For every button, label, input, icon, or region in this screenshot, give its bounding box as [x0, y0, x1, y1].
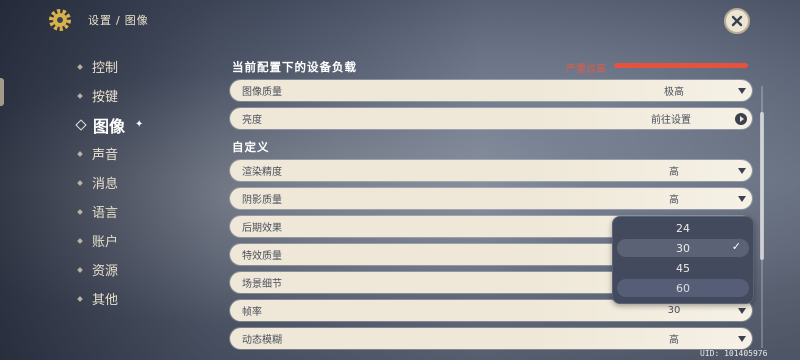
nav-item-messages[interactable]: 消息	[77, 168, 198, 197]
nav-item-language[interactable]: 语言	[77, 197, 198, 226]
frame-rate-dropdown: 24 30 ✓ 45 60	[612, 216, 754, 304]
nav-item-label: 语言	[92, 206, 119, 221]
dropdown-option-45[interactable]: 45	[617, 259, 749, 277]
option-label: 24	[676, 221, 690, 235]
device-load-bar	[614, 63, 748, 68]
settings-nav: 控制 按键 图像 ✦ 声音 消息 语言 账户 资源 其他	[75, 52, 198, 313]
row-value: 高	[669, 195, 679, 206]
bullet-icon	[77, 237, 83, 244]
nav-item-label: 图像	[93, 116, 126, 136]
nav-item-resources[interactable]: 资源	[77, 255, 198, 284]
option-label: 45	[676, 261, 690, 275]
row-label: 亮度	[242, 115, 262, 126]
breadcrumb-item-settings[interactable]: 设置	[88, 12, 112, 28]
gear-icon	[49, 9, 71, 31]
device-load-status: 严重过高	[566, 64, 606, 75]
nav-item-label: 其他	[92, 293, 119, 308]
checkmark-icon: ✓	[731, 240, 741, 253]
row-label: 阴影质量	[242, 195, 282, 206]
close-icon	[731, 15, 743, 27]
row-label: 场景细节	[242, 279, 282, 290]
brightness-row[interactable]: 亮度 前往设置	[230, 108, 752, 129]
row-label: 特效质量	[242, 251, 282, 262]
bullet-icon	[77, 208, 83, 215]
render-resolution-row[interactable]: 渲染精度 高	[230, 160, 752, 181]
bullet-icon	[77, 295, 83, 302]
chevron-down-icon	[738, 195, 746, 202]
bullet-icon	[77, 266, 83, 273]
graphics-quality-row[interactable]: 图像质量 极高	[230, 80, 752, 101]
nav-item-graphics[interactable]: 图像 ✦	[75, 110, 198, 139]
row-label: 图像质量	[242, 87, 282, 98]
scrollbar-thumb[interactable]	[760, 112, 764, 260]
row-label: 帧率	[242, 307, 262, 318]
bullet-icon	[77, 150, 83, 157]
nav-item-label: 声音	[92, 148, 119, 163]
active-bullet-icon	[75, 118, 87, 131]
close-button[interactable]	[724, 8, 750, 34]
nav-item-audio[interactable]: 声音	[77, 139, 198, 168]
chevron-down-icon	[738, 87, 746, 94]
bullet-icon	[77, 92, 83, 99]
nav-item-account[interactable]: 账户	[77, 226, 198, 255]
chevron-down-icon	[738, 335, 746, 342]
row-value: 前往设置	[651, 115, 691, 126]
chevron-down-icon	[738, 307, 746, 314]
chevron-down-icon	[738, 167, 746, 174]
option-label: 30	[676, 241, 690, 255]
nav-item-other[interactable]: 其他	[77, 284, 198, 313]
nav-item-label: 控制	[92, 61, 119, 76]
nav-item-controls[interactable]: 控制	[77, 52, 198, 81]
row-label: 后期效果	[242, 223, 282, 234]
dropdown-option-24[interactable]: 24	[617, 219, 749, 237]
shadow-quality-row[interactable]: 阴影质量 高	[230, 188, 752, 209]
option-label: 60	[676, 281, 690, 295]
bullet-icon	[77, 63, 83, 70]
breadcrumb-separator: /	[116, 14, 121, 27]
nav-item-keybinds[interactable]: 按键	[77, 81, 198, 110]
sparkle-icon: ✦	[135, 119, 144, 130]
custom-section-title: 自定义	[232, 140, 270, 154]
motion-blur-row[interactable]: 动态模糊 高	[230, 328, 752, 349]
dropdown-option-60[interactable]: 60	[617, 279, 749, 297]
arrow-right-circle-icon	[735, 112, 747, 125]
bullet-icon	[77, 179, 83, 186]
row-value: 高	[669, 335, 679, 346]
row-label: 渲染精度	[242, 167, 282, 178]
nav-item-label: 账户	[92, 235, 119, 250]
nav-item-label: 资源	[92, 264, 119, 279]
dropdown-option-30[interactable]: 30 ✓	[617, 239, 749, 257]
header: 设置 / 图像	[46, 6, 149, 34]
row-value: 30	[667, 305, 681, 316]
row-value: 高	[669, 167, 679, 178]
nav-item-label: 消息	[92, 177, 119, 192]
nav-item-label: 按键	[92, 90, 119, 105]
breadcrumb-item-graphics: 图像	[124, 14, 149, 27]
row-value: 极高	[664, 87, 684, 98]
row-label: 动态模糊	[242, 335, 282, 346]
left-edge-handle	[0, 78, 4, 106]
uid-label: UID: 101405976	[700, 349, 768, 358]
device-load-title: 当前配置下的设备负载	[232, 60, 357, 74]
breadcrumb: 设置 / 图像	[88, 12, 149, 28]
